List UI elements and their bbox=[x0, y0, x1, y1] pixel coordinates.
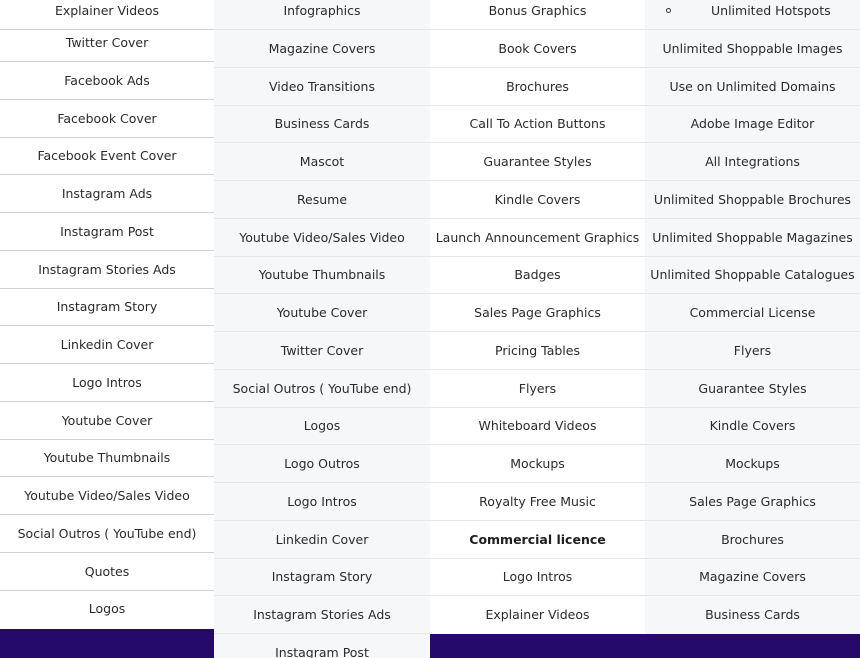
feature-item: Bonus Graphics bbox=[430, 0, 645, 30]
feature-item: Whiteboard Videos bbox=[430, 407, 645, 445]
feature-item: Use on Unlimited Domains bbox=[645, 68, 860, 106]
feature-item: Social Outros ( YouTube end) bbox=[0, 515, 214, 553]
feature-item: Unlimited Shoppable Magazines bbox=[645, 219, 860, 257]
feature-item: Unlimited Shoppable Catalogues bbox=[645, 256, 860, 294]
feature-item: Social Outros ( YouTube end) bbox=[214, 370, 430, 408]
feature-column-2: Infographics Magazine Covers Video Trans… bbox=[214, 0, 430, 658]
feature-item: Instagram Story bbox=[214, 558, 430, 596]
feature-item: Youtube Cover bbox=[0, 402, 214, 440]
feature-item: Brochures bbox=[645, 521, 860, 559]
feature-item: Facebook Ads bbox=[0, 62, 214, 100]
feature-item: Infographics bbox=[214, 0, 430, 30]
feature-column-4: Unlimited Hotspots Unlimited Shoppable I… bbox=[645, 0, 860, 658]
feature-item: Guarantee Styles bbox=[645, 370, 860, 408]
feature-item: Facebook Cover bbox=[0, 100, 214, 138]
feature-item: All Integrations bbox=[645, 143, 860, 181]
feature-item: Facebook Event Cover bbox=[0, 137, 214, 175]
feature-item: Business Cards bbox=[705, 607, 800, 623]
feature-item: Magazine Covers bbox=[645, 558, 860, 596]
bullet-circle-icon bbox=[666, 7, 671, 13]
feature-item: Youtube Video/Sales Video bbox=[0, 477, 214, 515]
feature-item: Magazine Covers bbox=[214, 30, 430, 68]
feature-item: Call To Action Buttons bbox=[430, 105, 645, 143]
feature-item: Instagram Post bbox=[0, 213, 214, 251]
feature-item: Mockups bbox=[430, 445, 645, 483]
feature-item: Instagram Stories Ads bbox=[0, 251, 214, 289]
feature-item: Kindle Covers bbox=[645, 407, 860, 445]
feature-comparison-table: Explainer Videos Twitter Cover Facebook … bbox=[0, 0, 860, 658]
purple-footer-bar bbox=[430, 634, 645, 658]
feature-item: Instagram Post bbox=[275, 645, 369, 658]
feature-item: Instagram Ads bbox=[0, 175, 214, 213]
feature-item: Commercial License bbox=[645, 294, 860, 332]
feature-item: Business Cards bbox=[214, 105, 430, 143]
feature-column-3: Bonus Graphics Book Covers Brochures Cal… bbox=[430, 0, 645, 658]
feature-item: Guarantee Styles bbox=[430, 143, 645, 181]
feature-item: Unlimited Shoppable Brochures bbox=[645, 181, 860, 219]
feature-item: Youtube Cover bbox=[214, 294, 430, 332]
feature-item: Brochures bbox=[430, 68, 645, 106]
feature-item: Kindle Covers bbox=[430, 181, 645, 219]
feature-item: Pricing Tables bbox=[430, 332, 645, 370]
feature-item: Sales Page Graphics bbox=[430, 294, 645, 332]
feature-item-highlight: Commercial licence bbox=[430, 521, 645, 559]
feature-item-label: Unlimited Hotspots bbox=[711, 2, 831, 18]
feature-item: Resume bbox=[214, 181, 430, 219]
feature-item: Youtube Thumbnails bbox=[0, 439, 214, 477]
feature-item: Linkedin Cover bbox=[0, 326, 214, 364]
feature-item: Youtube Thumbnails bbox=[214, 256, 430, 294]
feature-item: Twitter Cover bbox=[214, 332, 430, 370]
feature-item: Logos bbox=[214, 407, 430, 445]
feature-item: Book Covers bbox=[430, 30, 645, 68]
feature-item: Flyers bbox=[430, 370, 645, 408]
feature-item: Flyers bbox=[645, 332, 860, 370]
feature-item: Unlimited Shoppable Images bbox=[645, 30, 860, 68]
purple-footer-bar bbox=[0, 629, 214, 658]
feature-item: Instagram Stories Ads bbox=[214, 596, 430, 634]
feature-item: Launch Announcement Graphics bbox=[430, 219, 645, 257]
feature-item: Mascot bbox=[214, 143, 430, 181]
feature-item: Explainer Videos bbox=[485, 607, 590, 623]
feature-item: Sales Page Graphics bbox=[645, 483, 860, 521]
feature-item: Mockups bbox=[645, 445, 860, 483]
feature-item: Adobe Image Editor bbox=[645, 105, 860, 143]
feature-item: Unlimited Hotspots bbox=[645, 0, 860, 30]
feature-item: Linkedin Cover bbox=[214, 521, 430, 559]
feature-item: Royalty Free Music bbox=[430, 483, 645, 521]
feature-item: Logos bbox=[88, 601, 126, 617]
feature-item: Logo Intros bbox=[214, 483, 430, 521]
purple-footer-bar bbox=[645, 634, 860, 658]
feature-column-1: Explainer Videos Twitter Cover Facebook … bbox=[0, 0, 214, 658]
feature-item: Quotes bbox=[0, 553, 214, 591]
feature-item: Logo Outros bbox=[214, 445, 430, 483]
feature-item: Logo Intros bbox=[0, 364, 214, 402]
feature-item: Video Transitions bbox=[214, 68, 430, 106]
feature-item: Youtube Video/Sales Video bbox=[214, 219, 430, 257]
feature-item: Logo Intros bbox=[430, 558, 645, 596]
feature-item: Instagram Story bbox=[0, 288, 214, 326]
feature-item: Twitter Cover bbox=[0, 24, 214, 62]
feature-item: Badges bbox=[430, 256, 645, 294]
